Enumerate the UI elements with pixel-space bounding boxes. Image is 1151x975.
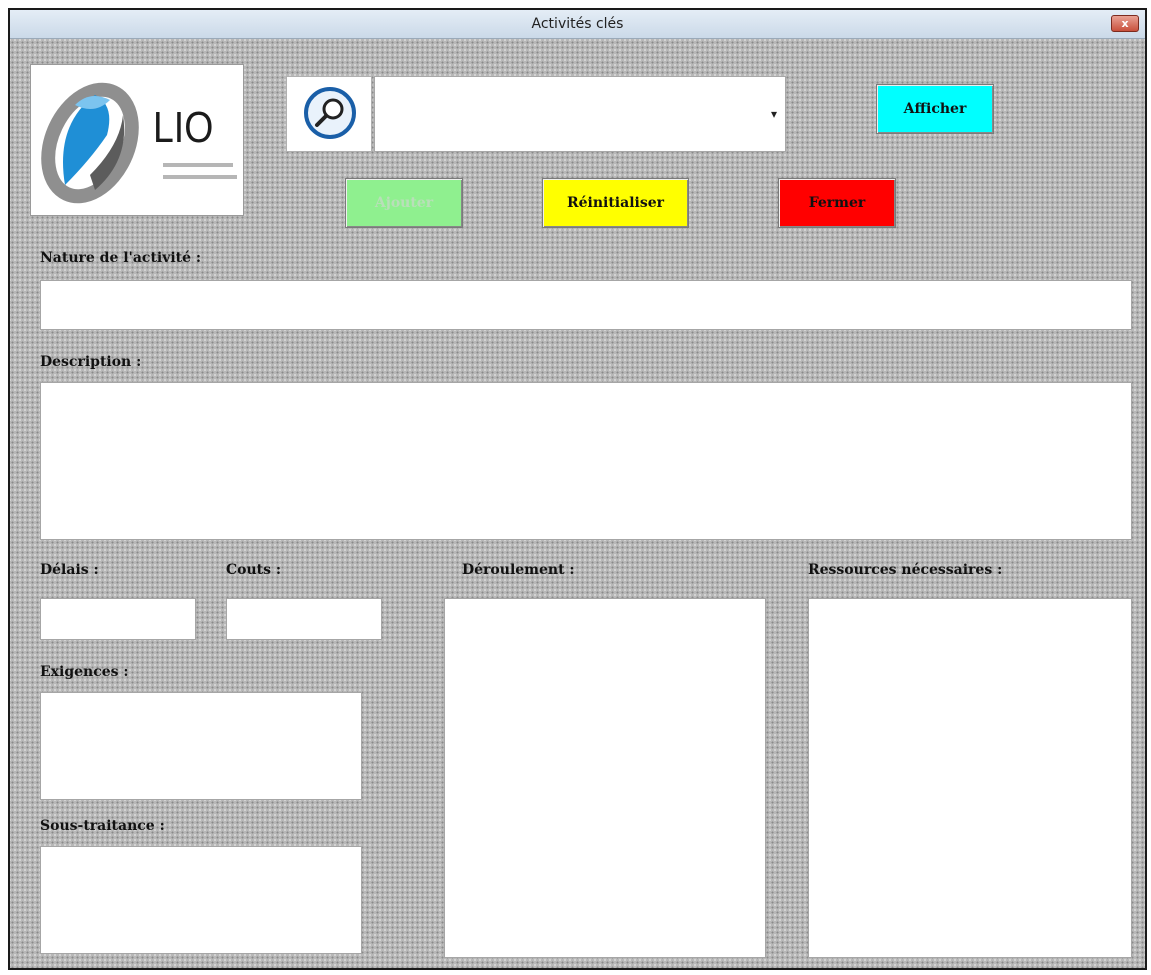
close-icon: x [1121,17,1129,30]
ressources-field[interactable] [808,598,1132,958]
activity-search-combobox[interactable]: ▾ [374,76,786,152]
ajouter-button[interactable]: Ajouter [345,178,463,228]
nature-field[interactable] [40,280,1132,330]
delais-field[interactable] [40,598,196,640]
exigences-field[interactable] [40,692,362,800]
logo-subtitle-line [163,175,237,179]
logo-emblem-icon [41,82,139,204]
fermer-button[interactable]: Fermer [778,178,896,228]
lio-logo: LIO [30,64,244,216]
title-bar: Activités clés x [10,10,1145,39]
deroulement-label: Déroulement : [462,562,575,578]
activites-cles-window: Activités clés x LIO ▾ Afficher Ajouter … [8,8,1147,970]
nature-label: Nature de l'activité : [40,250,202,266]
search-icon [304,87,356,139]
description-label: Description : [40,354,142,370]
logo-text: LIO [153,103,214,152]
logo-subtitle-line [163,163,233,167]
reinitialiser-button[interactable]: Réinitialiser [542,178,689,228]
afficher-button[interactable]: Afficher [876,84,994,134]
sous-traitance-label: Sous-traitance : [40,818,165,834]
couts-field[interactable] [226,598,382,640]
search-button[interactable] [286,76,372,152]
description-field[interactable] [40,382,1132,540]
window-title: Activités clés [531,16,624,32]
sous-traitance-field[interactable] [40,846,362,954]
delais-label: Délais : [40,562,99,578]
ressources-label: Ressources nécessaires : [808,562,1003,578]
couts-label: Couts : [226,562,282,578]
exigences-label: Exigences : [40,664,129,680]
deroulement-field[interactable] [444,598,766,958]
chevron-down-icon[interactable]: ▾ [767,81,781,147]
close-button[interactable]: x [1111,15,1139,32]
